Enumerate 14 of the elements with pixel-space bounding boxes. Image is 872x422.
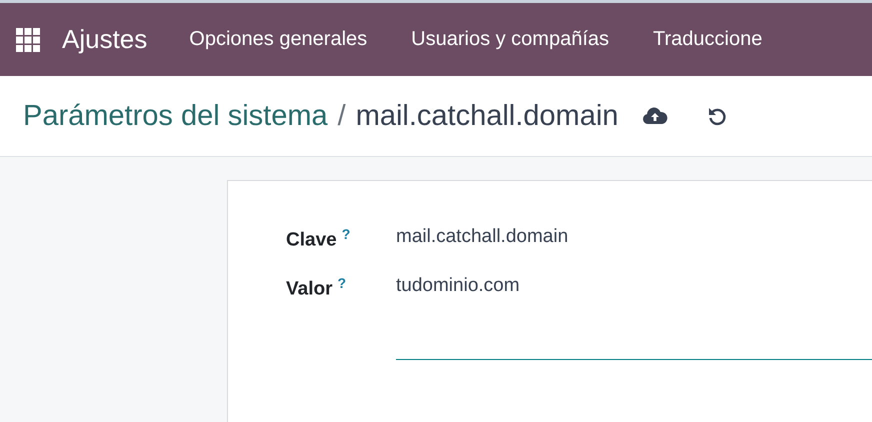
menu-item[interactable]: Traduccione bbox=[653, 28, 762, 51]
menu-item[interactable]: Opciones generales bbox=[189, 28, 368, 51]
breadcrumb-link[interactable]: Parámetros del sistema bbox=[23, 100, 328, 132]
app-name[interactable]: Ajustes bbox=[62, 24, 148, 55]
field-label: Valor bbox=[286, 278, 332, 300]
help-tooltip[interactable]: ? bbox=[342, 226, 350, 242]
field-label: Clave bbox=[286, 229, 337, 250]
value-field[interactable]: tudominio.com bbox=[396, 275, 872, 360]
breadcrumb-separator: / bbox=[338, 100, 346, 132]
app-grid-icon[interactable] bbox=[16, 28, 40, 52]
menu-item[interactable]: Usuarios y compañías bbox=[411, 28, 610, 51]
record-title: mail.catchall.domain bbox=[356, 100, 618, 132]
help-tooltip[interactable]: ? bbox=[337, 275, 346, 292]
field-value: mail.catchall.domain bbox=[396, 226, 570, 248]
